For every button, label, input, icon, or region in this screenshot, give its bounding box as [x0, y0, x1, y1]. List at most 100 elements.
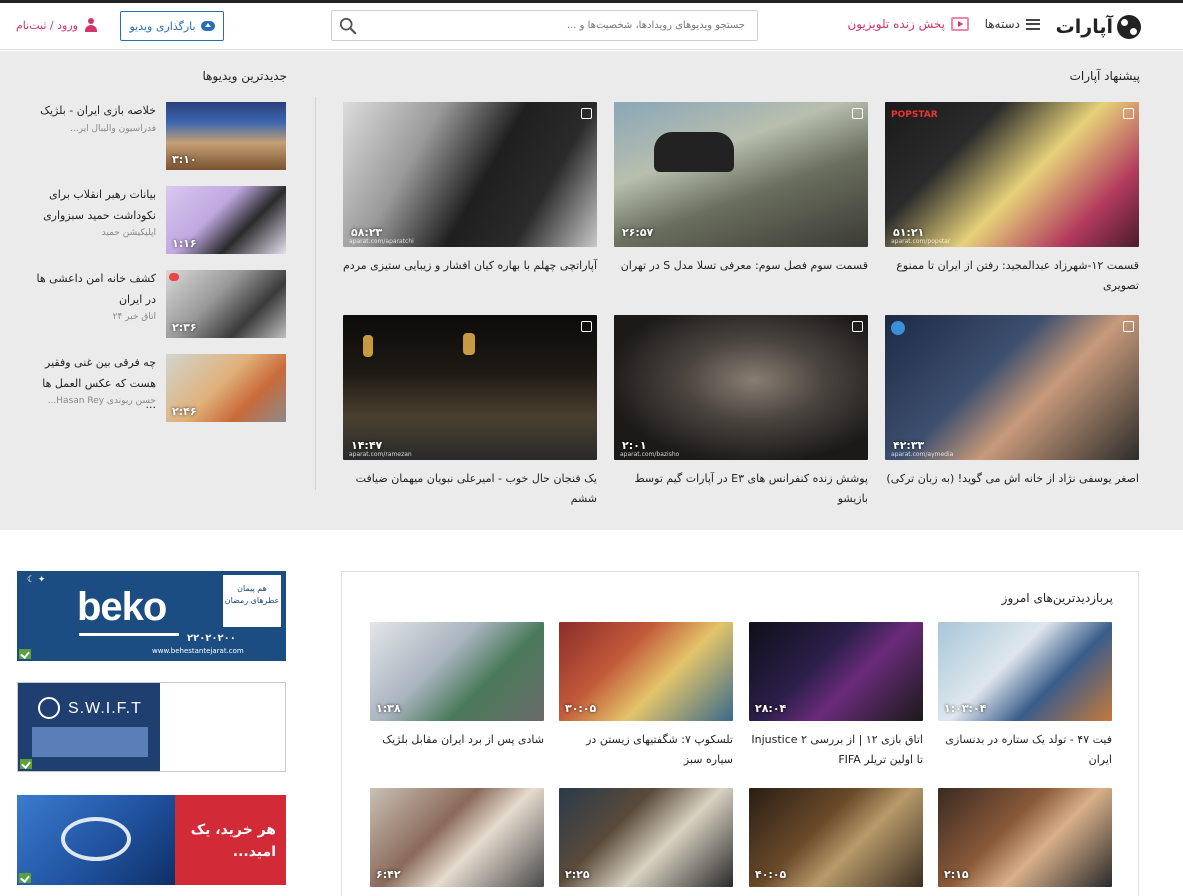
ad-phone: ۲۲۰۲۰۲۰۰	[187, 633, 236, 644]
ad-check-icon	[20, 759, 32, 769]
latest-video-item[interactable]: ۲:۳۶ کشف خانه امن داعشی ها در ایران اتاق…	[30, 270, 286, 340]
video-title[interactable]: آپاراتچی چهلم با بهاره کیان افشار و زیبا…	[343, 256, 597, 276]
video-title[interactable]: پوشش زنده کنفرانس های E۳ در آپارات گیم ت…	[614, 469, 868, 509]
ad-white-panel	[160, 683, 285, 771]
ad-banner-beko[interactable]: ☾ ✦ beko هم پیمان عطرهای رمضان ۲۲۰۲۰۲۰۰ …	[17, 571, 286, 661]
video-thumbnail[interactable]: ۵۸:۲۳ aparat.com/aparatchi	[343, 102, 597, 247]
logo-text: آپارات	[1055, 16, 1113, 38]
video-thumbnail[interactable]: POPSTAR ۵۱:۲۱ aparat.com/popstar	[885, 102, 1139, 247]
video-duration: ۲:۳۶	[172, 321, 197, 334]
video-title[interactable]: تلسکوپ ۷: شگفتیهای زیستن در سیاره سبز	[559, 730, 733, 770]
video-duration: ۶:۴۲	[376, 868, 401, 881]
video-title[interactable]: اصغر یوسفی نژاد از خانه اش می گوید! (به …	[885, 469, 1139, 489]
video-thumbnail[interactable]: ۶:۴۲	[370, 788, 544, 887]
video-thumbnail[interactable]: ۲:۳۶	[166, 270, 286, 338]
ad-check-icon	[19, 873, 31, 883]
video-title[interactable]: قسمت ۱۲-شهرزاد عبدالمجید: رفتن از ایران …	[885, 256, 1139, 296]
video-watermark: aparat.com/bazisho	[620, 451, 680, 458]
video-duration: ۲۶:۵۷	[622, 226, 654, 239]
aparat-badge-icon	[581, 321, 592, 332]
video-duration: ۱:۰۳:۰۴	[944, 702, 987, 715]
section-divider	[315, 97, 316, 490]
video-duration: ۱:۱۶	[172, 237, 197, 250]
video-thumbnail[interactable]: ۳۰:۰۵	[559, 622, 733, 721]
ad-tag: هم پیمان عطرهای رمضان	[223, 575, 281, 627]
video-title[interactable]: شادی پس از برد ایران مقابل بلژیک	[370, 730, 544, 750]
categories-label: دسته‌ها	[984, 17, 1020, 31]
site-header: آپارات دسته‌ها پخش زنده تلویزیون بارگذار…	[0, 3, 1183, 50]
video-title[interactable]: خلاصه بازی ایران - بلژیک	[30, 100, 156, 121]
channel-name[interactable]: اپلیکیشن حمید	[30, 228, 156, 238]
video-title[interactable]: کشف خانه امن داعشی ها در ایران	[30, 268, 156, 310]
latest-video-item[interactable]: ۲:۴۶ چه فرقی بین غنی وفقیر هست که عکس ال…	[30, 354, 286, 424]
live-tv-label: پخش زنده تلویزیون	[847, 17, 945, 31]
search-box	[331, 10, 758, 41]
channel-logo-icon	[891, 321, 905, 335]
video-duration: ۲:۲۵	[565, 868, 590, 881]
channel-name[interactable]: حسن ریوندی Hasan Rey...	[30, 396, 156, 406]
popstar-logo: POPSTAR	[891, 110, 938, 120]
aparat-badge-icon	[852, 321, 863, 332]
video-thumbnail[interactable]: ۲۶:۵۷	[614, 102, 868, 247]
site-logo[interactable]: آپارات	[1056, 14, 1141, 40]
video-thumbnail[interactable]: ۲:۲۵	[559, 788, 733, 887]
video-thumbnail[interactable]: ۲۸:۰۴	[749, 622, 923, 721]
video-thumbnail[interactable]: ۳:۱۰	[166, 102, 286, 170]
moon-icon: ☾ ✦	[27, 575, 46, 585]
video-duration: ۳:۱۰	[172, 153, 197, 166]
lantern-shape	[463, 333, 475, 355]
user-icon	[84, 18, 98, 32]
video-watermark: aparat.com/popstar	[891, 238, 951, 245]
video-thumbnail[interactable]: ۲:۱۵	[938, 788, 1112, 887]
video-duration: ۲:۴۶	[172, 405, 197, 418]
video-watermark: aparat.com/ramezan	[349, 451, 412, 458]
video-thumbnail[interactable]: ۴۲:۳۳ aparat.com/aymedia	[885, 315, 1139, 460]
latest-video-item[interactable]: ۳:۱۰ خلاصه بازی ایران - بلژیک فدراسیون و…	[30, 102, 286, 172]
video-thumbnail[interactable]: ۲:۴۶	[166, 354, 286, 422]
video-title[interactable]: بیانات رهبر انقلاب برای نکوداشت حمید سبز…	[30, 184, 156, 226]
video-duration: ۴۰:۰۵	[755, 868, 787, 881]
hamburger-icon	[1026, 18, 1040, 30]
suggested-title: پیشنهاد آپارات	[1069, 69, 1140, 83]
logo-icon	[1117, 15, 1141, 39]
video-thumbnail[interactable]: ۱:۳۸	[370, 622, 544, 721]
channel-name[interactable]: اتاق خبر ۲۴	[30, 312, 156, 322]
video-title[interactable]: فیت ۴۷ - تولد یک ستاره در بدنسازی ایران	[938, 730, 1112, 770]
upload-video-button[interactable]: بارگذاری ویدیو	[120, 11, 224, 41]
video-duration: ۲:۱۵	[944, 868, 969, 881]
video-watermark: aparat.com/aymedia	[891, 451, 954, 458]
toyota-logo-icon	[61, 817, 131, 861]
aparat-badge-icon	[852, 108, 863, 119]
search-button[interactable]	[332, 11, 364, 40]
cloud-upload-icon	[200, 21, 215, 31]
video-duration: ۳۰:۰۵	[565, 702, 597, 715]
aparat-badge-icon	[581, 108, 592, 119]
video-thumbnail[interactable]: ۱:۰۳:۰۴	[938, 622, 1112, 721]
search-input[interactable]	[372, 11, 757, 40]
live-tv-link[interactable]: پخش زنده تلویزیون	[847, 17, 969, 31]
ad-banner-swift[interactable]: S.W.I.F.T	[17, 682, 286, 772]
video-title[interactable]: اتاق بازی ۱۲ | از بررسی Injustice ۲ تا ا…	[749, 730, 923, 770]
video-thumbnail[interactable]: ۴۰:۰۵	[749, 788, 923, 887]
video-thumbnail[interactable]: ۱:۱۶	[166, 186, 286, 254]
ad-banner-toyota[interactable]: هر خرید، یک امید...	[17, 795, 286, 885]
latest-video-item[interactable]: ۱:۱۶ بیانات رهبر انقلاب برای نکوداشت حمی…	[30, 186, 286, 256]
car-shape	[654, 132, 734, 172]
ad-tag: هر خرید، یک امید...	[190, 822, 276, 860]
ad-brand: S.W.I.F.T	[68, 700, 142, 717]
login-label: ورود / ثبت‌نام	[16, 18, 78, 32]
categories-menu[interactable]: دسته‌ها	[985, 17, 1040, 31]
latest-title: جدیدترین ویدیوها	[202, 69, 287, 83]
video-title[interactable]: قسمت سوم فصل سوم: معرفی تسلا مدل S در ته…	[614, 256, 868, 276]
ad-brand: beko	[77, 585, 167, 629]
lantern-shape	[363, 335, 373, 357]
login-register-link[interactable]: ورود / ثبت‌نام	[16, 18, 98, 32]
video-watermark: aparat.com/aparatchi	[349, 238, 414, 245]
video-duration: ۱:۳۸	[376, 702, 401, 715]
video-thumbnail[interactable]: ۲:۰۱ aparat.com/bazisho	[614, 315, 868, 460]
globe-icon	[38, 697, 60, 719]
video-thumbnail[interactable]: ۱۴:۴۷ aparat.com/ramezan	[343, 315, 597, 460]
ad-url: www.behestantejarat.com	[152, 647, 244, 655]
channel-name[interactable]: فدراسیون والیبال ایر...	[30, 124, 156, 134]
video-title[interactable]: یک فنجان حال خوب - امیرعلی نبویان میهمان…	[343, 469, 597, 509]
